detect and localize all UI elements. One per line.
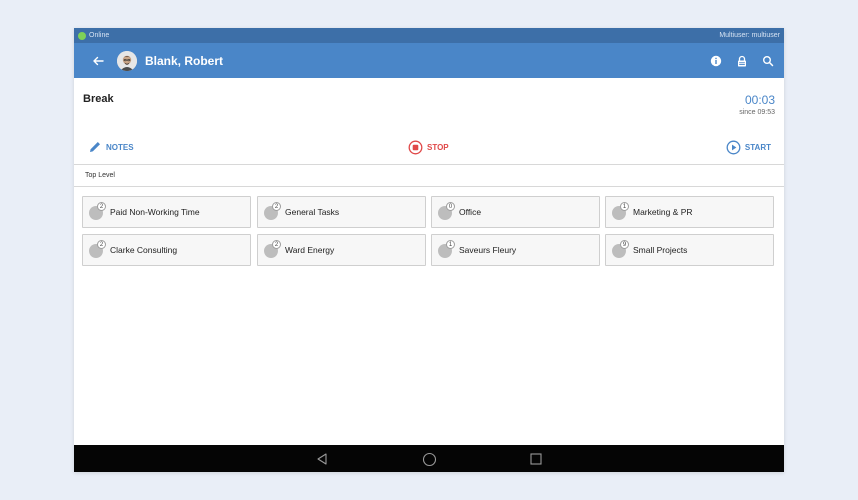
tile-label: Saveurs Fleury bbox=[459, 245, 517, 255]
search-button[interactable] bbox=[760, 53, 776, 69]
notes-button[interactable]: NOTES bbox=[88, 140, 134, 154]
tile-count: 2 bbox=[272, 202, 281, 211]
tile-ward-energy[interactable]: 2 Ward Energy bbox=[257, 234, 426, 266]
search-icon bbox=[763, 55, 774, 66]
square-recents-icon bbox=[530, 453, 542, 465]
folder-badge-icon: 2 bbox=[89, 202, 106, 220]
tile-count: 1 bbox=[620, 202, 629, 211]
tile-saveurs-fleury[interactable]: 1 Saveurs Fleury bbox=[431, 234, 600, 266]
user-photo-icon bbox=[117, 50, 137, 71]
connection-label: Online bbox=[89, 32, 110, 39]
since-time: since 09:53 bbox=[739, 109, 775, 116]
folder-badge-icon: 1 bbox=[438, 240, 455, 258]
app-bar: Blank, Robert bbox=[74, 43, 784, 78]
status-bar: Online Multiuser: multiuser bbox=[74, 28, 784, 43]
online-dot-icon bbox=[78, 31, 86, 40]
folder-badge-icon: 1 bbox=[612, 202, 629, 220]
play-circle-icon bbox=[726, 140, 741, 155]
breadcrumb-label: Top Level bbox=[85, 172, 115, 179]
lock-button[interactable] bbox=[734, 53, 750, 69]
current-activity: Break 00:03 since 09:53 bbox=[74, 78, 784, 130]
pencil-icon bbox=[90, 142, 100, 152]
info-icon bbox=[710, 55, 722, 66]
lock-icon bbox=[738, 55, 746, 66]
stop-button[interactable]: STOP bbox=[408, 140, 449, 155]
tile-label: Office bbox=[459, 207, 482, 217]
tile-label: Paid Non-Working Time bbox=[110, 207, 200, 217]
back-button[interactable] bbox=[89, 52, 107, 70]
tile-label: Small Projects bbox=[633, 245, 688, 255]
folder-badge-icon: 0 bbox=[438, 202, 455, 220]
tile-count: 2 bbox=[272, 240, 281, 249]
folder-badge-icon: 2 bbox=[89, 240, 106, 258]
triangle-back-icon bbox=[317, 453, 327, 465]
tile-label: Clarke Consulting bbox=[110, 245, 178, 255]
tablet-screen: Online Multiuser: multiuser Blank, Rober… bbox=[74, 28, 784, 472]
tile-paid-non-working-time[interactable]: 2 Paid Non-Working Time bbox=[82, 196, 251, 228]
nav-back-button[interactable] bbox=[314, 451, 330, 467]
tile-count: 1 bbox=[446, 240, 455, 249]
tile-marketing-pr[interactable]: 1 Marketing & PR bbox=[605, 196, 774, 228]
folder-badge-icon: 9 bbox=[612, 240, 629, 258]
activity-title: Break bbox=[83, 93, 114, 105]
folder-badge-icon: 2 bbox=[264, 202, 281, 220]
start-button[interactable]: START bbox=[726, 140, 771, 155]
app-bar-actions bbox=[708, 43, 776, 78]
connection-status: Online bbox=[78, 31, 110, 40]
tile-count: 2 bbox=[97, 240, 106, 249]
elapsed-timer: 00:03 bbox=[744, 93, 775, 107]
folder-badge-icon: 2 bbox=[264, 240, 281, 258]
stop-circle-icon bbox=[408, 140, 423, 155]
user-name: Blank, Robert bbox=[145, 53, 224, 68]
tile-general-tasks[interactable]: 2 General Tasks bbox=[257, 196, 426, 228]
tile-label: General Tasks bbox=[285, 207, 340, 217]
start-label: START bbox=[744, 143, 771, 152]
stop-label: STOP bbox=[427, 143, 449, 152]
action-toolbar: NOTES STOP START bbox=[74, 130, 784, 165]
tile-count: 9 bbox=[620, 240, 629, 249]
tile-count: 0 bbox=[446, 202, 455, 211]
tile-label: Marketing & PR bbox=[633, 207, 693, 217]
arrow-left-icon bbox=[93, 56, 104, 65]
android-nav-bar bbox=[74, 445, 784, 472]
breadcrumb[interactable]: Top Level bbox=[74, 165, 784, 187]
tile-clarke-consulting[interactable]: 2 Clarke Consulting bbox=[82, 234, 251, 266]
nav-home-button[interactable] bbox=[421, 451, 437, 467]
circle-home-icon bbox=[422, 452, 436, 466]
avatar bbox=[117, 50, 137, 71]
tile-office[interactable]: 0 Office bbox=[431, 196, 600, 228]
notes-label: NOTES bbox=[106, 142, 134, 152]
info-button[interactable] bbox=[708, 53, 724, 69]
tile-count: 2 bbox=[97, 202, 106, 211]
tile-label: Ward Energy bbox=[285, 245, 335, 255]
multiuser-label: Multiuser: multiuser bbox=[719, 32, 780, 39]
nav-recents-button[interactable] bbox=[528, 451, 544, 467]
tile-small-projects[interactable]: 9 Small Projects bbox=[605, 234, 774, 266]
